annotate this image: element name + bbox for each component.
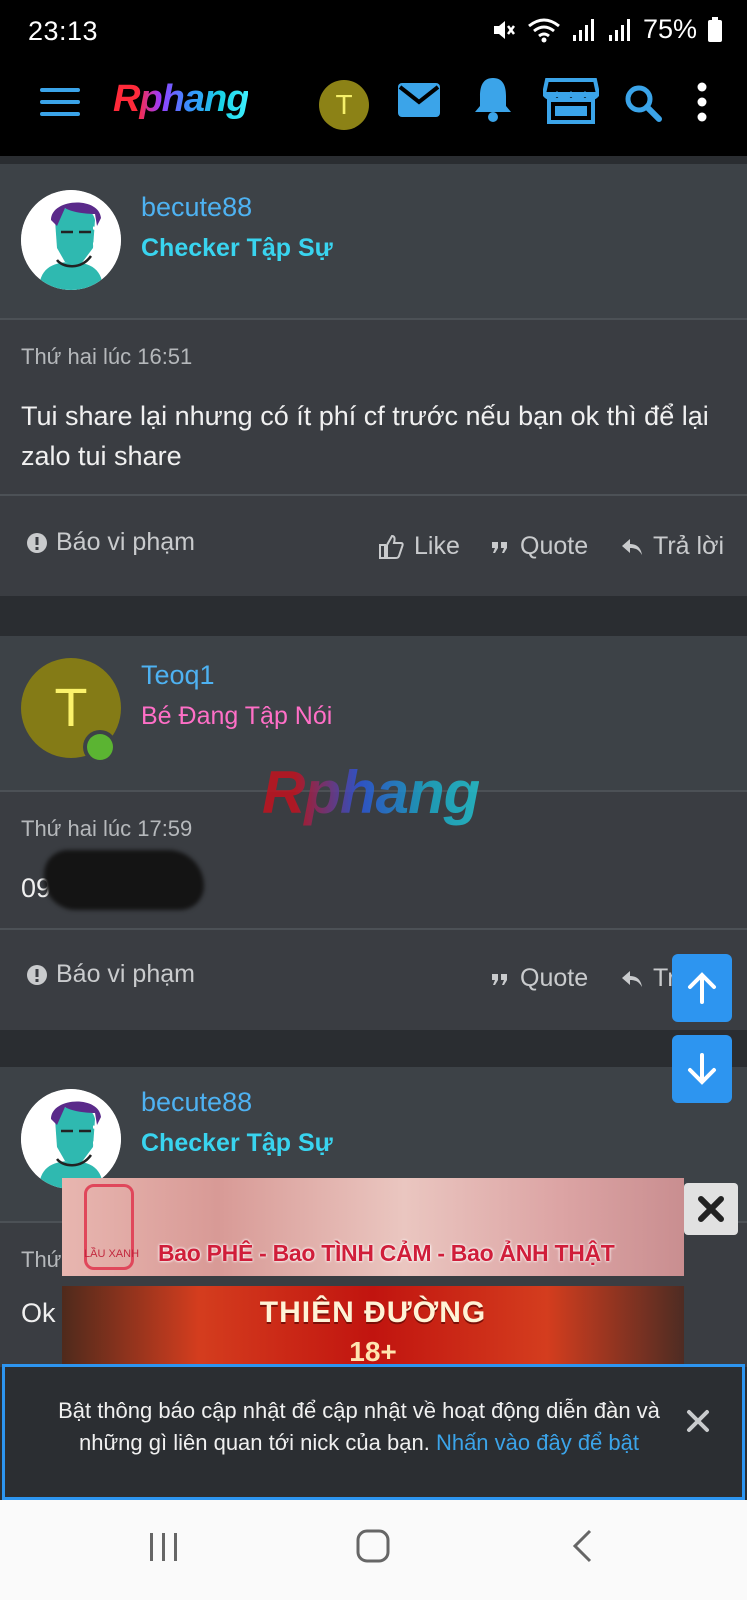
ad-close-button[interactable] xyxy=(684,1183,738,1235)
like-label: Like xyxy=(414,532,460,560)
report-label: Báo vi phạm xyxy=(56,528,195,556)
post-date[interactable]: Thứ xyxy=(21,1247,61,1273)
screen: 23:13 75% Rphang T becute88 Checker Tập … xyxy=(0,0,747,1600)
status-icons: 75% xyxy=(491,14,723,45)
arrow-up-icon xyxy=(688,972,716,1004)
quote-button[interactable]: Quote xyxy=(490,532,588,561)
scroll-top-button[interactable] xyxy=(672,954,732,1022)
user-title: Checker Tập Sự xyxy=(141,234,333,262)
ad-logo-text: LẦU XANH xyxy=(84,1248,140,1260)
store-icon[interactable] xyxy=(543,76,599,124)
post: becute88 Checker Tập Sự Thứ hai lúc 16:5… xyxy=(0,164,747,596)
username[interactable]: becute88 xyxy=(141,192,252,223)
avatar[interactable] xyxy=(21,1089,121,1189)
arrow-down-icon xyxy=(688,1053,716,1085)
search-icon[interactable] xyxy=(624,84,662,122)
notification-text: Bật thông báo cập nhật để cập nhật về ho… xyxy=(35,1395,683,1459)
mute-icon xyxy=(493,20,515,39)
thumbs-up-icon xyxy=(379,534,404,559)
avatar[interactable] xyxy=(21,190,121,290)
signal-icon-2 xyxy=(608,18,630,41)
quote-button[interactable]: Quote xyxy=(490,964,588,993)
recent-apps-icon[interactable] xyxy=(147,1530,181,1564)
battery-level: 75% xyxy=(642,14,697,44)
home-icon[interactable] xyxy=(355,1528,391,1564)
back-icon[interactable] xyxy=(570,1528,594,1564)
post-message: Tui share lại nhưng có ít phí cf trước n… xyxy=(21,401,709,471)
post: T Teoq1 Bé Đang Tập Nói Thứ hai lúc 17:5… xyxy=(0,636,747,1030)
status-bar: 23:13 75% xyxy=(0,0,747,62)
reply-icon xyxy=(622,538,642,555)
post-date[interactable]: Thứ hai lúc 17:59 xyxy=(21,816,192,842)
watermark-logo: Rphang xyxy=(262,759,480,826)
post-body: Thứ hai lúc 16:51 Tui share lại nhưng có… xyxy=(0,320,747,496)
reply-button[interactable]: Tr xyxy=(621,964,676,993)
user-avatar[interactable]: T xyxy=(319,80,369,130)
username[interactable]: Teoq1 xyxy=(141,660,215,691)
quote-label: Quote xyxy=(520,532,589,560)
battery-icon xyxy=(708,16,722,42)
quote-icon xyxy=(492,973,507,985)
quote-label: Quote xyxy=(520,964,589,992)
reply-icon xyxy=(622,970,642,987)
menu-icon[interactable] xyxy=(40,88,80,120)
notification-banner: Bật thông báo cập nhật để cập nhật về ho… xyxy=(2,1364,745,1500)
report-button[interactable]: Báo vi phạm xyxy=(26,528,195,557)
site-logo[interactable]: Rphang xyxy=(113,78,249,121)
enable-notifications-link[interactable]: Nhấn vào đây để bật xyxy=(436,1430,639,1455)
signal-icon xyxy=(572,18,594,41)
alert-icon xyxy=(27,532,47,553)
status-time: 23:13 xyxy=(28,16,99,46)
post-date[interactable]: Thứ hai lúc 16:51 xyxy=(21,344,192,370)
bell-icon[interactable] xyxy=(473,76,513,122)
close-icon[interactable] xyxy=(684,1407,712,1435)
quote-icon xyxy=(492,541,507,553)
ad-caption: Bao PHÊ - Bao TÌNH CẢM - Bao ẢNH THẬT xyxy=(158,1240,615,1266)
close-icon xyxy=(698,1196,724,1222)
ad-banner-2[interactable]: THIÊN ĐƯỜNG 18+ xyxy=(62,1286,684,1364)
redacted-content xyxy=(44,850,204,910)
more-options-icon[interactable] xyxy=(696,82,708,122)
post-header: becute88 Checker Tập Sự xyxy=(0,164,747,320)
post-actions: Báo vi phạm Like Quote Trả lời xyxy=(0,496,747,596)
scroll-bottom-button[interactable] xyxy=(672,1035,732,1103)
wifi-icon xyxy=(528,18,560,42)
reply-label: Trả lời xyxy=(653,532,725,560)
avatar-illustration xyxy=(21,190,121,290)
ad-banner-1[interactable]: LẦU XANH Bao PHÊ - Bao TÌNH CẢM - Bao ẢN… xyxy=(62,1178,684,1276)
system-nav-bar xyxy=(0,1500,747,1600)
ad-subtitle: 18+ xyxy=(349,1336,397,1364)
post-actions: Báo vi phạm Quote Tr xyxy=(0,930,747,1030)
reply-button[interactable]: Trả lời xyxy=(621,532,724,561)
online-status-icon xyxy=(83,730,117,764)
ad-title: THIÊN ĐƯỜNG xyxy=(259,1296,487,1329)
user-title: Checker Tập Sự xyxy=(141,1129,333,1157)
mail-icon[interactable] xyxy=(397,82,441,118)
username[interactable]: becute88 xyxy=(141,1087,252,1118)
alert-icon xyxy=(27,964,47,985)
report-button[interactable]: Báo vi phạm xyxy=(26,960,195,989)
user-title: Bé Đang Tập Nói xyxy=(141,702,333,730)
like-button[interactable]: Like xyxy=(378,532,460,561)
avatar-illustration xyxy=(21,1089,121,1189)
app-header: Rphang T xyxy=(0,62,747,156)
report-label: Báo vi phạm xyxy=(56,960,195,988)
